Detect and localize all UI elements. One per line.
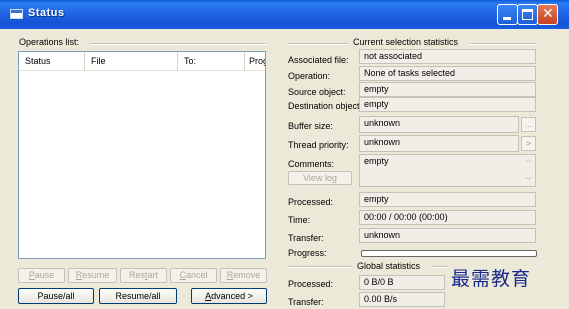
pause-button[interactable]: Pause bbox=[18, 268, 65, 283]
column-header-to[interactable]: To: bbox=[178, 52, 245, 70]
window-title: Status bbox=[28, 7, 65, 19]
source-object-value: empty bbox=[359, 82, 536, 97]
buffer-size-label: Buffer size: bbox=[288, 121, 333, 131]
watermark-text: 最需教育 bbox=[451, 268, 532, 290]
global-processed-label: Processed: bbox=[288, 279, 334, 289]
resume-button[interactable]: Resume bbox=[68, 268, 117, 283]
minimize-button[interactable] bbox=[497, 4, 518, 25]
destination-object-value: empty bbox=[359, 97, 536, 112]
scroll-down-icon[interactable]: ﹀ bbox=[522, 176, 535, 186]
operations-list-label: Operations list: bbox=[19, 37, 80, 47]
comments-value: empty bbox=[359, 154, 536, 187]
processed-value: empty bbox=[359, 192, 536, 207]
global-statistics-heading: Global statistics bbox=[357, 261, 421, 271]
current-heading-left-line bbox=[288, 43, 348, 45]
processed-label: Processed: bbox=[288, 197, 334, 207]
current-heading-right-line bbox=[470, 43, 536, 45]
time-value: 00:00 / 00:00 (00:00) bbox=[359, 210, 536, 225]
transfer-label: Transfer: bbox=[288, 233, 324, 243]
global-transfer-label: Transfer: bbox=[288, 297, 324, 307]
column-header-status[interactable]: Status bbox=[19, 52, 85, 70]
cancel-button[interactable]: Cancel bbox=[170, 268, 217, 283]
thread-priority-button[interactable]: > bbox=[521, 136, 536, 151]
associated-file-label: Associated file: bbox=[288, 55, 349, 65]
pause-all-button[interactable]: Pause/all bbox=[18, 288, 94, 304]
global-transfer-value: 0.00 B/s bbox=[359, 292, 445, 307]
thread-priority-value: unknown bbox=[359, 135, 519, 152]
resume-all-button[interactable]: Resume/all bbox=[99, 288, 177, 304]
advanced-button[interactable]: Advanced > bbox=[191, 288, 267, 304]
transfer-value: unknown bbox=[359, 228, 536, 243]
pause-button-label: ause bbox=[34, 270, 55, 280]
title-bar[interactable]: Status ✕ bbox=[0, 0, 569, 29]
column-header-progress[interactable]: Prog... bbox=[245, 52, 265, 70]
maximize-icon bbox=[522, 9, 533, 20]
maximize-button[interactable] bbox=[517, 4, 538, 25]
operations-list[interactable]: Status File To: Prog... bbox=[18, 51, 266, 259]
global-heading-right-line bbox=[432, 266, 448, 268]
associated-file-value: not associated bbox=[359, 49, 536, 64]
operation-label: Operation: bbox=[288, 71, 331, 81]
source-object-label: Source object: bbox=[288, 87, 346, 97]
remove-button[interactable]: Remove bbox=[220, 268, 267, 283]
current-selection-heading: Current selection statistics bbox=[353, 37, 459, 47]
restart-button[interactable]: Restart bbox=[120, 268, 167, 283]
destination-object-label: Destination object: bbox=[288, 101, 363, 111]
comments-scrollbar[interactable]: ︿ ﹀ bbox=[522, 154, 535, 187]
close-button[interactable]: ✕ bbox=[537, 4, 558, 25]
status-window: Status ✕ Operations list: Status File To… bbox=[0, 0, 569, 309]
global-heading-left-line bbox=[288, 266, 352, 268]
progress-label: Progress: bbox=[288, 248, 327, 258]
comments-label: Comments: bbox=[288, 159, 335, 169]
time-label: Time: bbox=[288, 215, 311, 225]
buffer-size-value: unknown bbox=[359, 116, 519, 133]
window-icon bbox=[10, 9, 23, 19]
buffer-size-button[interactable]: … bbox=[521, 117, 536, 132]
view-log-button[interactable]: View log bbox=[288, 171, 352, 185]
minimize-icon bbox=[503, 17, 511, 20]
thread-priority-label: Thread priority: bbox=[288, 140, 349, 150]
progress-bar bbox=[361, 250, 537, 257]
scroll-up-icon[interactable]: ︿ bbox=[522, 154, 535, 164]
global-processed-value: 0 B/0 B bbox=[359, 275, 445, 290]
close-icon: ✕ bbox=[542, 6, 554, 22]
left-header-divider bbox=[90, 43, 266, 45]
column-header-file[interactable]: File bbox=[85, 52, 178, 70]
operation-value: None of tasks selected bbox=[359, 66, 536, 81]
list-header: Status File To: Prog... bbox=[19, 52, 265, 71]
